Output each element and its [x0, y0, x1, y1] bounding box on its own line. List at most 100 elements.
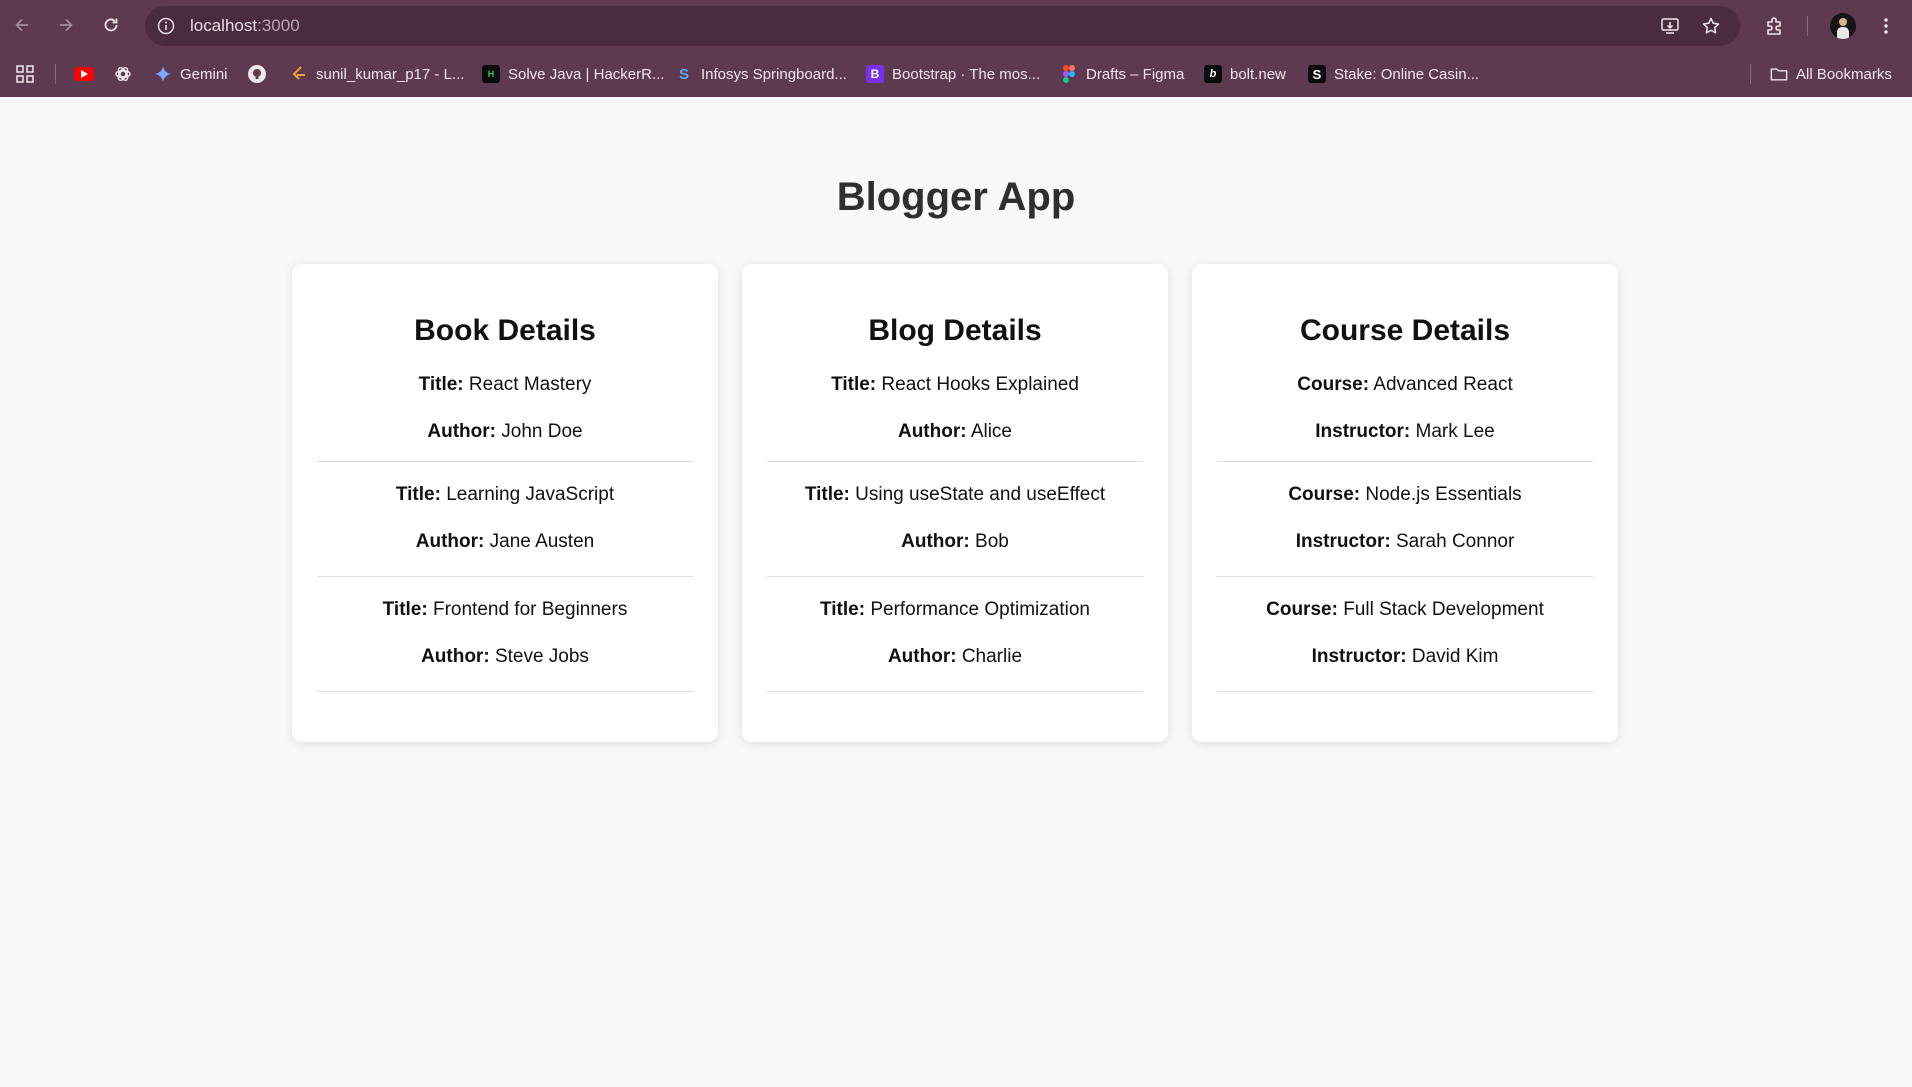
browser-menu-button[interactable] [1871, 11, 1901, 41]
bookmark-star-button[interactable] [1700, 15, 1722, 37]
entry-title-line: Course: Full Stack Development [1217, 596, 1593, 643]
field-value: Node.js Essentials [1365, 484, 1522, 505]
bookmark-chatgpt[interactable] [114, 60, 132, 88]
field-label: Course: [1297, 374, 1370, 395]
bookmark-bolt[interactable]: b bolt.new [1204, 60, 1286, 88]
list-item: Title: React Mastery Author: John Doe [317, 354, 693, 462]
url-host: localhost [190, 16, 258, 35]
install-icon [1661, 18, 1679, 34]
entry-author-line: Author: Alice [767, 418, 1143, 465]
stake-icon: S [1308, 65, 1326, 83]
bookmark-youtube[interactable] [74, 60, 94, 88]
entry-title-line: Title: React Hooks Explained [767, 371, 1143, 418]
back-button[interactable] [7, 10, 37, 40]
field-label: Title: [382, 599, 428, 620]
bookmark-label: Drafts – Figma [1086, 65, 1185, 83]
bookmark-github[interactable] [248, 60, 266, 88]
entry-author-line: Instructor: David Kim [1217, 643, 1593, 690]
apps-button[interactable] [15, 60, 35, 88]
field-label: Title: [804, 484, 850, 505]
field-label: Title: [395, 484, 441, 505]
browser-chrome: localhost:3000 Gemini sunil_kumar_p17 - … [0, 0, 1912, 97]
bookmark-stake[interactable]: S Stake: Online Casin... [1308, 60, 1479, 88]
url-text: localhost:3000 [190, 6, 300, 46]
field-label: Author: [427, 421, 496, 442]
install-app-button[interactable] [1659, 15, 1681, 37]
toolbar-divider [1807, 16, 1808, 36]
bookmark-leetcode[interactable]: sunil_kumar_p17 - L... [290, 60, 464, 88]
arrow-left-icon [15, 18, 28, 32]
field-label: Course: [1288, 484, 1361, 505]
all-bookmarks-label: All Bookmarks [1796, 65, 1892, 83]
address-bar[interactable]: localhost:3000 [145, 6, 1740, 46]
bookmark-hackerrank[interactable]: H Solve Java | HackerR... [482, 60, 664, 88]
bootstrap-icon: B [866, 65, 884, 83]
entry-title-line: Title: Learning JavaScript [317, 481, 693, 528]
bookmarks-divider [55, 64, 56, 84]
entry-author-line: Author: Steve Jobs [317, 643, 693, 690]
field-label: Author: [421, 646, 490, 667]
star-icon [1702, 17, 1720, 34]
chatgpt-icon [114, 65, 132, 83]
bookmark-label: bolt.new [1230, 65, 1286, 83]
leetcode-icon [290, 65, 308, 83]
reload-icon [104, 18, 118, 32]
browser-toolbar: localhost:3000 [0, 0, 1912, 52]
github-icon [248, 65, 266, 83]
folder-icon [1770, 65, 1788, 83]
field-label: Author: [887, 646, 957, 667]
bookmark-label: Bootstrap · The mos... [892, 65, 1041, 83]
reload-button[interactable] [96, 10, 126, 40]
apps-grid-icon [16, 65, 34, 83]
field-label: Author: [901, 531, 970, 552]
card-heading: Book Details [414, 314, 596, 347]
profile-avatar[interactable] [1830, 13, 1856, 39]
entry-author-line: Author: John Doe [317, 418, 693, 465]
list-item: Title: React Hooks Explained Author: Ali… [767, 354, 1143, 462]
bookmarks-bar: Gemini sunil_kumar_p17 - L... H Solve Ja… [0, 52, 1912, 97]
all-bookmarks-button[interactable]: All Bookmarks [1770, 60, 1892, 88]
entry-author-line: Instructor: Mark Lee [1217, 418, 1593, 465]
entry-title-line: Title: Frontend for Beginners [317, 596, 693, 643]
field-value: John Doe [501, 421, 583, 442]
field-value: Learning JavaScript [446, 484, 615, 505]
field-value: Advanced React [1373, 374, 1513, 395]
field-value: Sarah Connor [1395, 531, 1515, 552]
bookmark-bootstrap[interactable]: B Bootstrap · The mos... [866, 60, 1040, 88]
blog-details-card: Blog Details Title: React Hooks Explaine… [742, 264, 1168, 742]
field-label: Instructor: [1315, 421, 1411, 442]
field-value: David Kim [1411, 646, 1499, 667]
bookmark-infosys[interactable]: S Infosys Springboard... [675, 60, 847, 88]
list-item: Title: Performance Optimization Author: … [767, 577, 1143, 692]
entry-title-line: Title: React Mastery [317, 371, 693, 418]
field-value: Full Stack Development [1343, 599, 1544, 620]
infosys-icon: S [678, 65, 689, 83]
puzzle-icon [1767, 17, 1781, 35]
bookmark-figma[interactable]: Drafts – Figma [1060, 60, 1184, 88]
field-value: Performance Optimization [870, 599, 1090, 620]
extensions-button[interactable] [1760, 11, 1790, 41]
site-info-button[interactable] [155, 15, 177, 37]
field-label: Title: [820, 599, 866, 620]
bolt-icon: b [1204, 65, 1222, 83]
field-label: Instructor: [1295, 531, 1391, 552]
bookmark-gemini[interactable]: Gemini [154, 60, 228, 88]
field-value: Jane Austen [489, 531, 595, 552]
forward-button[interactable] [51, 10, 81, 40]
field-label: Title: [418, 374, 464, 395]
bookmark-label: Gemini [180, 65, 228, 83]
card-heading: Course Details [1299, 314, 1511, 347]
field-label: Author: [415, 531, 485, 552]
field-value: Frontend for Beginners [432, 599, 628, 620]
entry-author-line: Author: Jane Austen [317, 528, 693, 575]
list-item: Title: Learning JavaScript Author: Jane … [317, 462, 693, 577]
entry-title-line: Course: Node.js Essentials [1217, 481, 1593, 528]
field-value: Using useState and useEffect [855, 484, 1106, 505]
figma-icon [1060, 65, 1078, 83]
bookmark-label: Solve Java | HackerR... [508, 65, 665, 83]
bookmark-label: sunil_kumar_p17 - L... [316, 65, 465, 83]
youtube-icon [74, 67, 94, 81]
entry-author-line: Author: Charlie [767, 643, 1143, 690]
book-details-card: Book Details Title: React Mastery Author… [292, 264, 718, 742]
entry-title-line: Title: Performance Optimization [767, 596, 1143, 643]
